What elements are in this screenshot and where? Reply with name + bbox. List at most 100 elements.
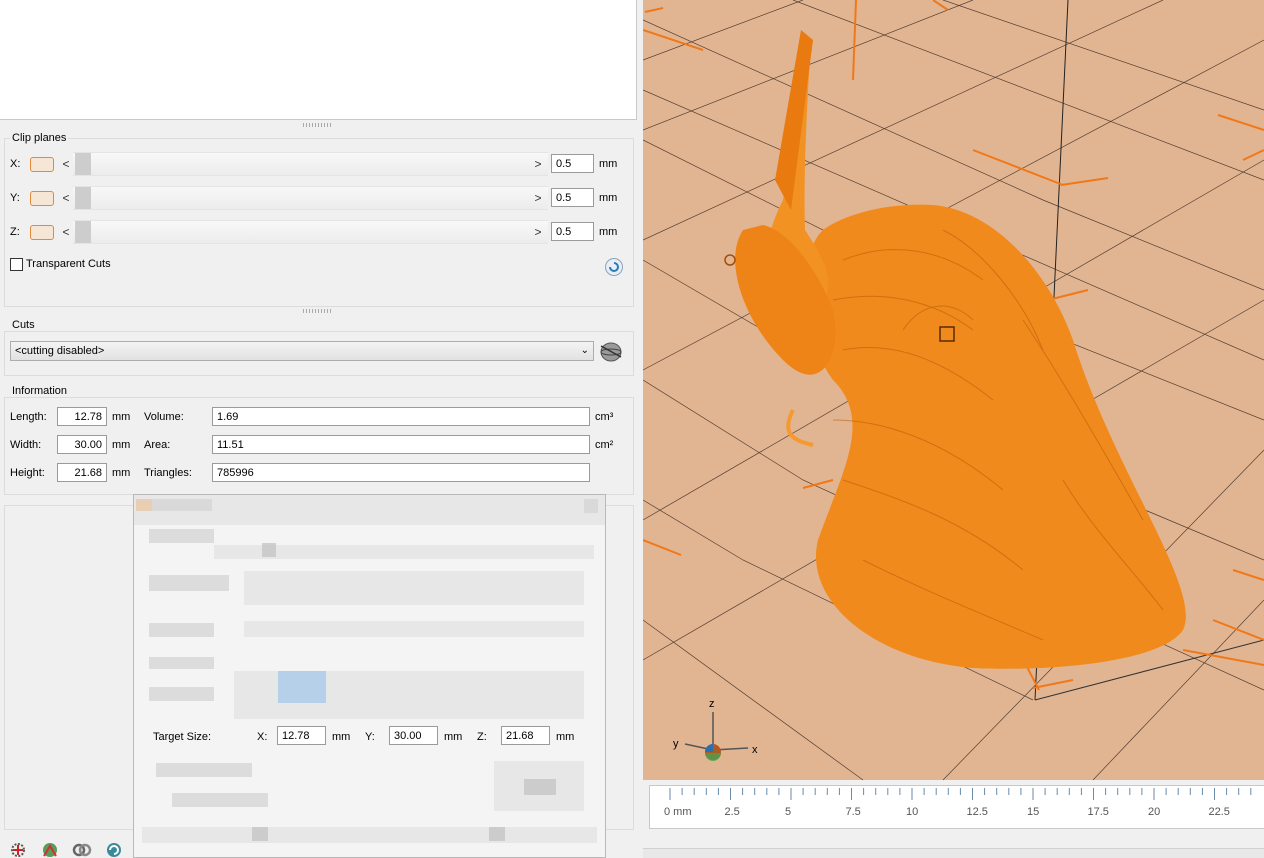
blur-section-label xyxy=(149,529,214,543)
information-title: Information xyxy=(10,385,70,397)
target-y-unit: mm xyxy=(444,731,463,743)
target-z-label: Z: xyxy=(477,731,487,743)
clip-y-unit: mm xyxy=(599,192,618,204)
blur-radio[interactable] xyxy=(262,543,276,557)
blur-footer-mark-1 xyxy=(252,827,268,841)
clip-y-slider[interactable] xyxy=(73,186,548,210)
clip-z-slider[interactable] xyxy=(73,220,548,244)
link-icon[interactable] xyxy=(72,840,92,858)
target-y-input[interactable]: 30.00 xyxy=(389,726,438,745)
width-field[interactable]: 30.00 xyxy=(57,435,107,454)
ruler-label: 15 xyxy=(1027,806,1040,818)
clip-y-input[interactable]: 0.5 xyxy=(551,188,594,207)
gear-icon[interactable] xyxy=(8,840,28,858)
chevron-down-icon: ⌄ xyxy=(580,345,589,356)
ruler-label: 22.5 xyxy=(1208,806,1230,818)
area-label: Area: xyxy=(144,439,171,451)
width-unit: mm xyxy=(112,439,131,451)
length-unit: mm xyxy=(112,411,131,423)
target-z-unit: mm xyxy=(556,731,575,743)
clip-z-input[interactable]: 0.5 xyxy=(551,222,594,241)
refresh-icon[interactable] xyxy=(104,840,124,858)
clip-y-right-arrow[interactable]: > xyxy=(533,191,543,205)
clip-z-left-arrow[interactable]: < xyxy=(61,225,71,239)
clip-x-slider-thumb[interactable] xyxy=(75,153,91,175)
transparent-cuts-checkbox[interactable] xyxy=(10,258,23,271)
target-x-input[interactable]: 12.78 xyxy=(277,726,326,745)
blur-footer xyxy=(142,827,597,843)
ruler-label: 2.5 xyxy=(724,806,740,818)
length-label: Length: xyxy=(10,411,47,423)
target-size-label: Target Size: xyxy=(153,731,212,743)
blur-option-1[interactable] xyxy=(156,763,252,777)
clip-z-unit: mm xyxy=(599,226,618,238)
ruler-label: 12.5 xyxy=(966,806,988,818)
ruler-label: 0 mm xyxy=(664,806,692,818)
height-label: Height: xyxy=(10,467,45,479)
area-unit: cm² xyxy=(595,439,614,451)
blur-option-2[interactable] xyxy=(172,793,268,807)
clip-x-left-arrow[interactable]: < xyxy=(61,157,71,171)
axis-x-label: x xyxy=(752,744,758,756)
scale-dialog: Target Size: X: 12.78 mm Y: 30.00 mm Z: … xyxy=(133,494,606,858)
clip-y-toggle[interactable] xyxy=(30,191,54,206)
transparent-cuts-label: Transparent Cuts xyxy=(26,258,111,270)
blur-label-1 xyxy=(149,575,229,591)
clip-y-label: Y: xyxy=(10,192,20,204)
clip-z-label: Z: xyxy=(10,226,20,238)
reset-icon[interactable] xyxy=(604,257,624,277)
volume-field[interactable]: 1.69 xyxy=(212,407,590,426)
width-label: Width: xyxy=(10,439,42,451)
clip-x-right-arrow[interactable]: > xyxy=(533,157,543,171)
area-field[interactable]: 11.51 xyxy=(212,435,590,454)
clip-x-input[interactable]: 0.5 xyxy=(551,154,594,173)
blur-selected-field[interactable] xyxy=(278,671,326,703)
height-unit: mm xyxy=(112,467,131,479)
ruler-label: 5 xyxy=(785,806,792,818)
clip-x-unit: mm xyxy=(599,158,618,170)
target-x-label: X: xyxy=(257,731,268,743)
viewport-statusbar xyxy=(643,848,1264,858)
clip-z-slider-thumb[interactable] xyxy=(75,221,91,243)
cuts-dropdown-value: <cutting disabled> xyxy=(15,345,105,357)
clip-x-toggle[interactable] xyxy=(30,157,54,172)
axis-y-label: y xyxy=(673,738,679,750)
clip-y-slider-thumb[interactable] xyxy=(75,187,91,209)
blur-fields-2 xyxy=(244,621,584,637)
ruler-ticks xyxy=(669,788,1252,800)
triangles-field[interactable]: 785996 xyxy=(212,463,590,482)
ruler-label: 17.5 xyxy=(1087,806,1109,818)
ruler-label: 20 xyxy=(1148,806,1161,818)
close-icon[interactable] xyxy=(584,499,598,513)
clip-planes-title: Clip planes xyxy=(10,132,69,144)
clip-z-right-arrow[interactable]: > xyxy=(533,225,543,239)
blur-fields-1 xyxy=(244,571,584,605)
length-field[interactable]: 12.78 xyxy=(57,407,107,426)
clip-x-label: X: xyxy=(10,158,21,170)
blur-label-3 xyxy=(149,657,214,669)
cuts-sphere-icon[interactable] xyxy=(598,340,624,362)
clip-x-slider[interactable] xyxy=(73,152,548,176)
cuts-title: Cuts xyxy=(10,319,37,331)
clip-z-toggle[interactable] xyxy=(30,225,54,240)
blur-button-label xyxy=(524,779,556,795)
target-z-input[interactable]: 21.68 xyxy=(501,726,550,745)
clip-y-left-arrow[interactable]: < xyxy=(61,191,71,205)
axis-z-label: z xyxy=(709,698,715,710)
dialog-app-icon xyxy=(136,499,152,511)
volume-unit: cm³ xyxy=(595,411,614,423)
repair-icon[interactable] xyxy=(40,840,60,858)
volume-label: Volume: xyxy=(144,411,184,423)
3d-viewport[interactable]: z x y 0 mm2.557.51012.51517.52022.52 xyxy=(643,0,1264,858)
splitter-grip-2[interactable] xyxy=(303,309,333,313)
splitter-grip[interactable] xyxy=(303,123,333,127)
ruler: 0 mm2.557.51012.51517.52022.52 xyxy=(649,785,1264,829)
target-y-label: Y: xyxy=(365,731,375,743)
scene-canvas[interactable] xyxy=(643,0,1264,858)
dialog-title-blur xyxy=(152,499,212,511)
ruler-label: 10 xyxy=(906,806,919,818)
height-field[interactable]: 21.68 xyxy=(57,463,107,482)
cuts-dropdown[interactable]: <cutting disabled> ⌄ xyxy=(10,341,594,361)
target-x-unit: mm xyxy=(332,731,351,743)
object-list-area xyxy=(0,0,637,120)
